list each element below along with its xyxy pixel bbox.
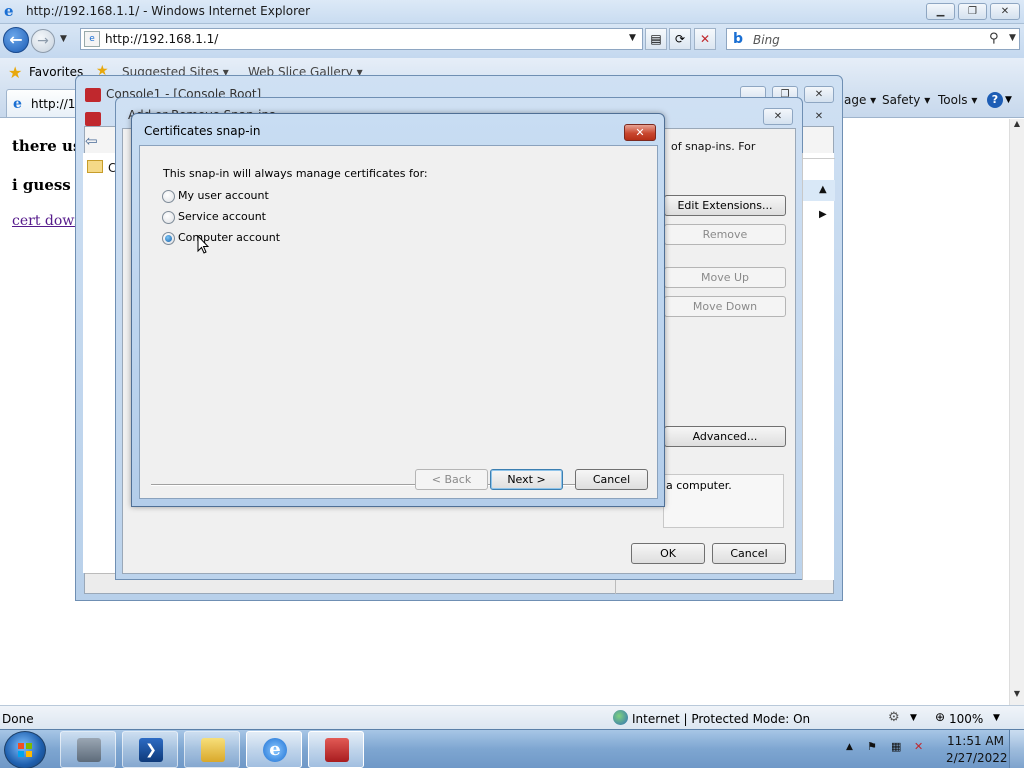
certificates-snapin-dialog[interactable]: Certificates snap-in ✕ This snap-in will… bbox=[131, 113, 665, 507]
radio-button-selected[interactable] bbox=[162, 232, 175, 245]
snapin-description-box: a computer. bbox=[663, 474, 784, 528]
mmc-close-button[interactable]: ✕ bbox=[804, 86, 834, 103]
help-icon[interactable]: ? bbox=[987, 92, 1003, 108]
status-text: Done bbox=[2, 712, 34, 726]
cancel-button[interactable]: Cancel bbox=[712, 543, 786, 564]
clock-time[interactable]: 11:51 AM bbox=[947, 734, 1004, 748]
safety-menu[interactable]: Safety ▾ bbox=[882, 93, 930, 107]
selected-snapins-list[interactable]: ▲ ▶ bbox=[802, 153, 835, 580]
dialog-separator bbox=[151, 484, 647, 486]
scroll-down-arrow-icon[interactable]: ▼ bbox=[1010, 689, 1024, 703]
show-desktop-button[interactable] bbox=[1009, 730, 1024, 768]
expand-arrow-icon[interactable]: ▶ bbox=[819, 209, 827, 220]
navigation-bar: ← → ▼ e http://192.168.1.1/ ▼ ▤ ⟳ ✕ b Bi… bbox=[0, 24, 1024, 58]
help-dropdown-icon[interactable]: ▼ bbox=[1005, 95, 1012, 105]
powershell-icon: ❯ bbox=[139, 738, 163, 762]
popup-blocker-dropdown-icon[interactable]: ▼ bbox=[910, 713, 917, 723]
search-options-dropdown[interactable]: ▼ bbox=[1009, 33, 1016, 43]
snapins-close-button[interactable]: ✕ bbox=[763, 108, 793, 125]
server-manager-icon bbox=[77, 738, 101, 762]
cert-dialog-body: This snap-in will always manage certific… bbox=[139, 145, 658, 499]
address-dropdown-icon[interactable]: ▼ bbox=[629, 33, 636, 43]
action-center-flag-icon[interactable]: ⚑ bbox=[867, 740, 881, 754]
window-title: http://192.168.1.1/ - Windows Internet E… bbox=[26, 4, 311, 18]
mmc-document-icon bbox=[85, 112, 101, 126]
tools-menu[interactable]: Tools ▾ bbox=[938, 93, 977, 107]
minimize-button[interactable]: ▁ bbox=[926, 3, 955, 20]
refresh-icon[interactable]: ⟳ bbox=[669, 28, 691, 50]
remove-button[interactable]: Remove bbox=[664, 224, 786, 245]
ok-button[interactable]: OK bbox=[631, 543, 705, 564]
zoom-icon[interactable]: ⊕ bbox=[935, 710, 945, 724]
zoom-dropdown-icon[interactable]: ▼ bbox=[993, 713, 1000, 723]
close-button[interactable]: ✕ bbox=[990, 3, 1020, 20]
edit-extensions-button[interactable]: Edit Extensions... bbox=[664, 195, 786, 216]
stop-icon[interactable]: ✕ bbox=[694, 28, 716, 50]
cert-dialog-close-button[interactable]: ✕ bbox=[624, 124, 656, 141]
radio-label[interactable]: Service account bbox=[178, 210, 266, 223]
cancel-button[interactable]: Cancel bbox=[575, 469, 648, 490]
mmc-console-icon bbox=[85, 88, 101, 102]
taskbar-powershell[interactable]: ❯ bbox=[122, 731, 178, 768]
search-input[interactable]: Bing bbox=[753, 33, 780, 47]
move-up-button[interactable]: Move Up bbox=[664, 267, 786, 288]
search-icon[interactable]: ⚲ bbox=[989, 31, 999, 46]
back-button[interactable]: < Back bbox=[415, 469, 488, 490]
zoom-level[interactable]: 100% bbox=[949, 712, 983, 726]
mmc-back-icon[interactable]: ⇦ bbox=[85, 132, 98, 150]
show-hidden-icons-icon[interactable]: ▲ bbox=[846, 742, 853, 752]
cert-prompt-text: This snap-in will always manage certific… bbox=[163, 167, 428, 180]
taskbar-explorer[interactable] bbox=[184, 731, 240, 768]
clock-date[interactable]: 2/27/2022 bbox=[946, 751, 1008, 765]
advanced-button[interactable]: Advanced... bbox=[664, 426, 786, 447]
snapins-description: of snap-ins. For bbox=[671, 140, 756, 153]
status-bar: Done Internet | Protected Mode: On ⚙ ▼ ⊕… bbox=[0, 705, 1024, 729]
cert-dialog-title: Certificates snap-in bbox=[144, 124, 261, 138]
popup-blocker-icon[interactable]: ⚙ bbox=[888, 710, 900, 725]
internet-explorer-icon: e bbox=[263, 738, 287, 762]
windows-logo-icon bbox=[18, 743, 32, 757]
address-input[interactable]: http://192.168.1.1/ bbox=[105, 32, 218, 46]
taskbar-server-manager[interactable] bbox=[60, 731, 116, 768]
internet-explorer-icon: e bbox=[4, 2, 14, 20]
favorites-star-icon[interactable]: ★ bbox=[8, 63, 22, 82]
address-bar[interactable]: e http://192.168.1.1/ ▼ bbox=[80, 28, 643, 50]
radio-button[interactable] bbox=[162, 190, 175, 203]
list-header bbox=[803, 153, 835, 159]
radio-label[interactable]: My user account bbox=[178, 189, 269, 202]
radio-button[interactable] bbox=[162, 211, 175, 224]
compatibility-view-icon[interactable]: ▤ bbox=[645, 28, 667, 50]
start-button[interactable] bbox=[4, 731, 46, 768]
folder-icon bbox=[87, 160, 103, 173]
page-icon: e bbox=[13, 96, 22, 112]
bing-icon: b bbox=[733, 31, 744, 47]
recent-pages-dropdown[interactable]: ▼ bbox=[60, 34, 67, 44]
restore-button[interactable]: ❐ bbox=[958, 3, 987, 20]
page-text-line-1: there us bbox=[12, 137, 82, 155]
mmc-console-icon bbox=[325, 738, 349, 762]
taskbar-mmc-console[interactable] bbox=[308, 731, 364, 768]
network-icon[interactable]: ▦ bbox=[891, 740, 905, 754]
explorer-icon bbox=[201, 738, 225, 762]
next-button[interactable]: Next > bbox=[490, 469, 563, 490]
page-icon: e bbox=[84, 31, 100, 47]
forward-button[interactable]: → bbox=[31, 29, 55, 53]
browser-title-bar[interactable]: e http://192.168.1.1/ - Windows Internet… bbox=[0, 0, 1024, 24]
back-button[interactable]: ← bbox=[3, 27, 29, 53]
page-menu[interactable]: age ▾ bbox=[844, 93, 876, 107]
move-down-button[interactable]: Move Down bbox=[664, 296, 786, 317]
collapse-arrow-icon[interactable]: ▲ bbox=[819, 184, 827, 195]
mmc-child-close-icon[interactable]: ✕ bbox=[813, 109, 825, 126]
volume-muted-icon[interactable]: ✕ bbox=[914, 740, 928, 754]
internet-zone-icon bbox=[613, 710, 628, 725]
search-box[interactable]: b Bing ⚲ ▼ bbox=[726, 28, 1020, 50]
vertical-scrollbar[interactable]: ▲ ▼ bbox=[1009, 119, 1024, 705]
scroll-up-arrow-icon[interactable]: ▲ bbox=[1010, 119, 1024, 133]
taskbar-internet-explorer[interactable]: e bbox=[246, 731, 302, 768]
snapin-description-text: a computer. bbox=[666, 479, 732, 492]
security-zone-text[interactable]: Internet | Protected Mode: On bbox=[632, 712, 810, 726]
mouse-cursor-icon bbox=[197, 235, 209, 254]
radio-label[interactable]: Computer account bbox=[178, 231, 280, 244]
